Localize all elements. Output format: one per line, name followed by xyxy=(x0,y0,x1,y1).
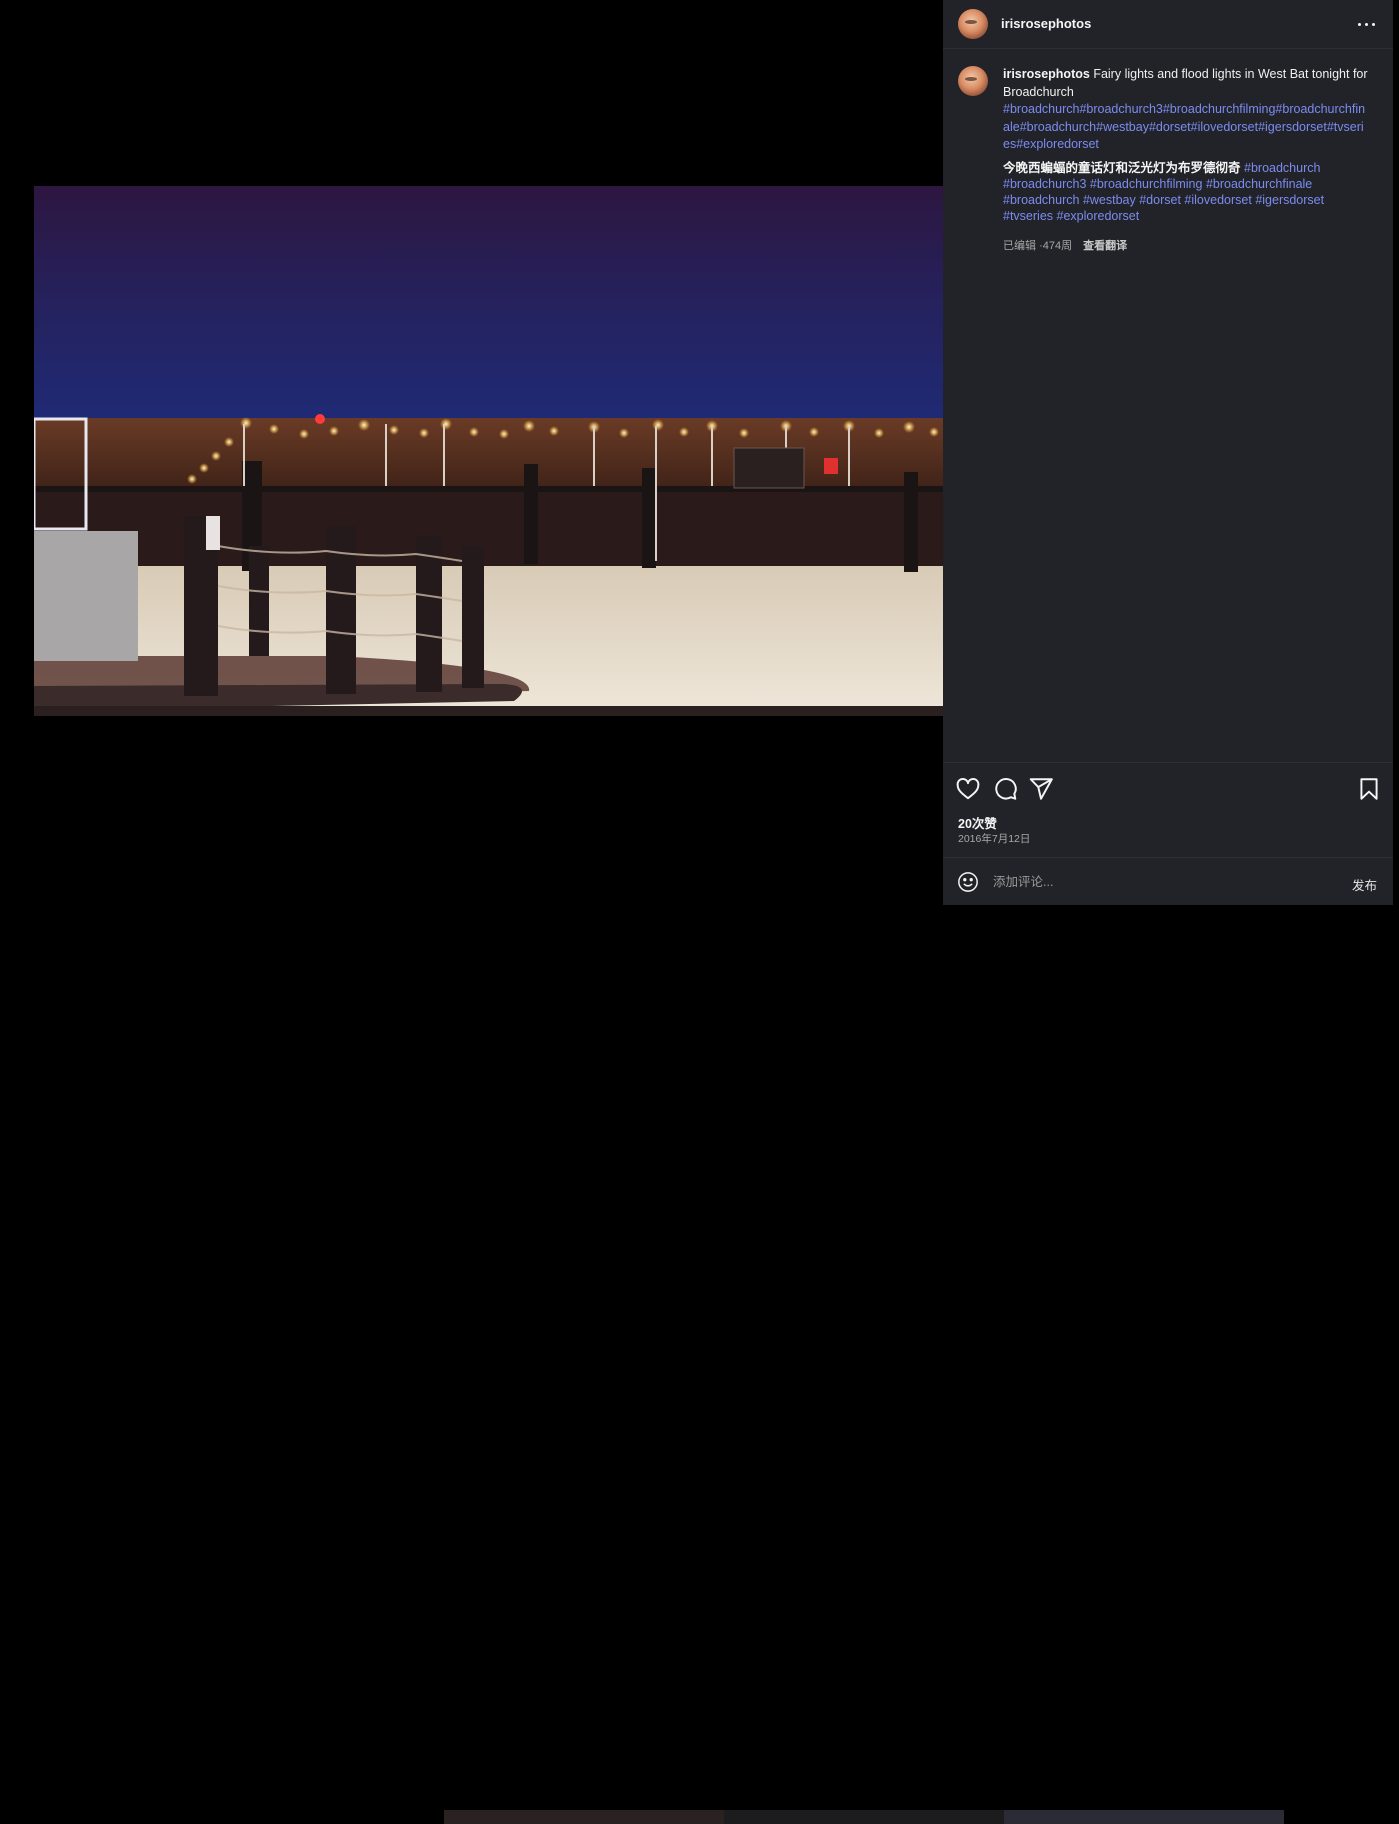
background-thumbnail[interactable] xyxy=(444,1810,724,1824)
more-horizontal-icon[interactable] xyxy=(1355,12,1379,36)
background-thumbnail[interactable] xyxy=(1004,1810,1284,1824)
media-viewer xyxy=(0,0,943,919)
hashtag-link[interactable]: #broadchurch xyxy=(1020,120,1096,134)
caption-translation: 今晚西蝙蝠的童话灯和泛光灯为布罗德彻奇 #broadchurch #broadc… xyxy=(1003,160,1369,224)
hashtag-link[interactable]: #tvseries xyxy=(1003,209,1053,223)
hashtag-link[interactable]: #ilovedorset xyxy=(1191,120,1258,134)
hashtag-link[interactable]: #broadchurchfilming xyxy=(1163,102,1276,116)
caption-original: irisrosephotos Fairy lights and flood li… xyxy=(1003,66,1369,154)
emoji-icon[interactable] xyxy=(957,871,979,893)
hashtag-link[interactable]: #igersdorset xyxy=(1255,193,1324,207)
post-actions xyxy=(943,772,1393,806)
post-side-panel: irisrosephotos irisrosephotos Fairy ligh… xyxy=(943,0,1393,905)
avatar[interactable] xyxy=(958,9,988,39)
see-translation-link[interactable]: 查看翻译 xyxy=(1083,240,1127,252)
caption-username[interactable]: irisrosephotos xyxy=(1003,67,1090,81)
hashtag-link[interactable]: #broadchurch xyxy=(1244,161,1320,175)
hashtag-link[interactable]: #broadchurchfilming xyxy=(1090,177,1203,191)
hashtag-link[interactable]: #broadchurchfinale xyxy=(1206,177,1312,191)
hashtag-link[interactable]: #westbay xyxy=(1083,193,1136,207)
bookmark-icon[interactable] xyxy=(1356,776,1382,802)
comment-bar: 发布 xyxy=(943,858,1393,905)
share-icon[interactable] xyxy=(1028,776,1054,802)
hashtag-link[interactable]: #broadchurch xyxy=(1003,193,1079,207)
post-comment-button[interactable]: 发布 xyxy=(1352,875,1377,894)
hashtag-link[interactable]: #broadchurch3 xyxy=(1003,177,1086,191)
translation-text: 今晚西蝙蝠的童话灯和泛光灯为布罗德彻奇 xyxy=(1003,160,1241,175)
post-header: irisrosephotos xyxy=(943,0,1393,48)
background-thumbnail[interactable] xyxy=(724,1810,1004,1824)
caption-meta: 已编辑 ·474周 查看翻译 xyxy=(1003,237,1127,253)
hashtag-link[interactable]: #broadchurch3 xyxy=(1079,102,1162,116)
post-date: 2016年7月12日 xyxy=(958,833,1031,845)
caption-avatar[interactable] xyxy=(958,66,988,96)
like-count[interactable]: 20次赞 xyxy=(958,813,997,832)
hashtag-link[interactable]: #broadchurch xyxy=(1003,102,1079,116)
hashtag-link[interactable]: #ilovedorset xyxy=(1184,193,1251,207)
hashtag-link[interactable]: #dorset xyxy=(1139,193,1181,207)
comment-input[interactable] xyxy=(993,872,1333,892)
header-divider xyxy=(943,48,1393,49)
harbour-night-photo xyxy=(34,186,943,716)
hashtag-link[interactable]: #igersdorset xyxy=(1258,120,1327,134)
post-photo[interactable] xyxy=(34,186,943,716)
hashtag-link[interactable]: #exploredorset xyxy=(1016,137,1099,151)
hashtag-link[interactable]: #dorset xyxy=(1149,120,1191,134)
caption-hashtags: #broadchurch#broadchurch3#broadchurchfil… xyxy=(1003,102,1365,151)
actions-divider xyxy=(943,762,1393,763)
header-username[interactable]: irisrosephotos xyxy=(1001,16,1091,31)
hashtag-link[interactable]: #westbay xyxy=(1096,120,1149,134)
background-grid-strip xyxy=(0,905,1399,1824)
hashtag-link[interactable]: #exploredorset xyxy=(1057,209,1140,223)
comment-icon[interactable] xyxy=(992,776,1018,802)
edited-label: 已编辑 xyxy=(1003,240,1036,252)
post-age[interactable]: 474周 xyxy=(1043,240,1072,252)
post-caption: irisrosephotos Fairy lights and flood li… xyxy=(1003,66,1369,224)
heart-icon[interactable] xyxy=(955,776,981,802)
